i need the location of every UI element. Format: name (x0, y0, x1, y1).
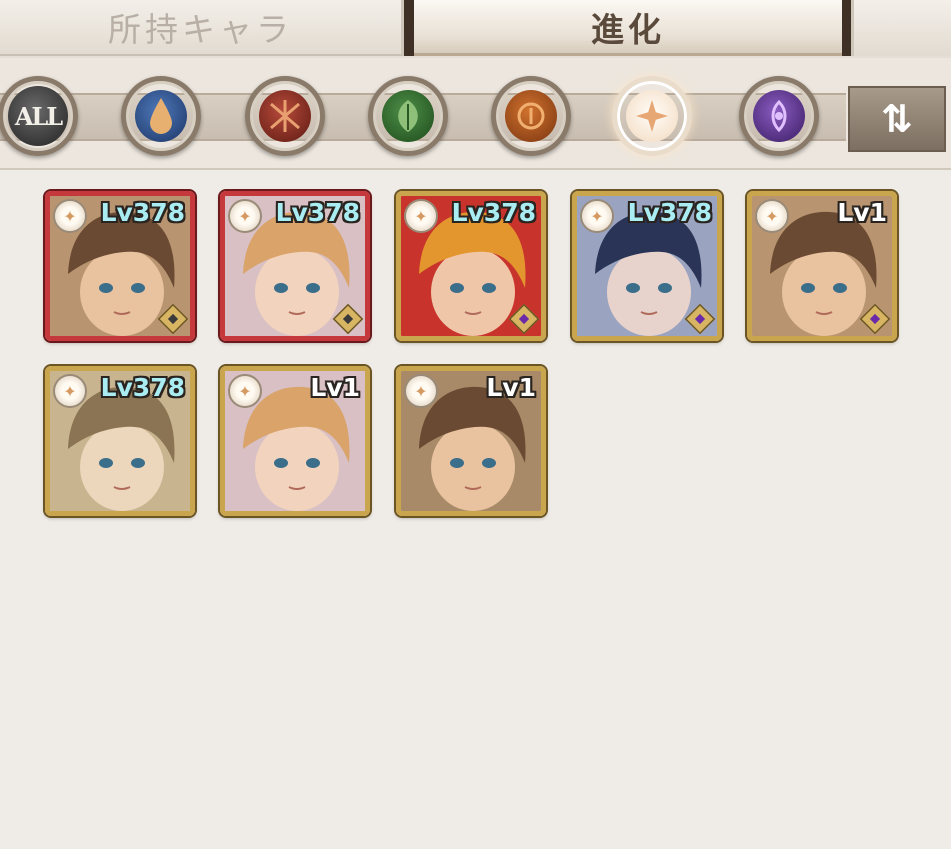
character-level: Lv378 (100, 373, 185, 402)
character-card[interactable]: ✦ Lv378 (572, 191, 722, 341)
light-element-badge-icon: ✦ (228, 199, 262, 233)
light-element-badge-icon: ✦ (580, 199, 614, 233)
leaf-icon (382, 90, 434, 142)
sort-button[interactable]: ⇅ (848, 86, 946, 152)
light-star-icon (626, 90, 678, 142)
filter-dark-button[interactable] (739, 76, 819, 156)
character-level: Lv1 (310, 373, 360, 402)
water-drop-icon (135, 90, 187, 142)
character-card[interactable]: ✦ Lv378 (396, 191, 546, 341)
tab-evolution[interactable]: 進化 (404, 0, 852, 56)
character-level: Lv378 (627, 198, 712, 227)
tab-edge (851, 0, 951, 56)
filter-fire-button[interactable] (245, 76, 325, 156)
sort-arrows-icon: ⇅ (881, 97, 913, 141)
tab-bar: 所持キャラ 進化 (0, 0, 951, 58)
filter-all-button[interactable]: ALL (0, 76, 78, 156)
filter-wood-button[interactable] (368, 76, 448, 156)
tab-owned-characters[interactable]: 所持キャラ (0, 0, 404, 56)
character-level: Lv1 (486, 373, 536, 402)
filter-flame-button[interactable] (491, 76, 571, 156)
light-element-badge-icon: ✦ (404, 374, 438, 408)
character-level: Lv378 (100, 198, 185, 227)
character-level: Lv1 (837, 198, 887, 227)
light-element-badge-icon: ✦ (53, 199, 87, 233)
fire-emblem-icon (259, 90, 311, 142)
dark-eye-icon (753, 90, 805, 142)
character-card[interactable]: ✦ Lv1 (220, 366, 370, 516)
light-element-badge-icon: ✦ (53, 374, 87, 408)
filter-light-button[interactable] (612, 76, 692, 156)
character-card[interactable]: ✦ Lv1 (747, 191, 897, 341)
light-element-badge-icon: ✦ (404, 199, 438, 233)
character-level: Lv378 (451, 198, 536, 227)
character-card[interactable]: ✦ Lv378 (45, 366, 195, 516)
light-element-badge-icon: ✦ (755, 199, 789, 233)
flame-emblem-icon (505, 90, 557, 142)
character-card[interactable]: ✦ Lv378 (45, 191, 195, 341)
light-element-badge-icon: ✦ (228, 374, 262, 408)
character-level: Lv378 (275, 198, 360, 227)
all-icon: ALL (8, 86, 68, 146)
filter-water-button[interactable] (121, 76, 201, 156)
character-card[interactable]: ✦ Lv1 (396, 366, 546, 516)
character-card[interactable]: ✦ Lv378 (220, 191, 370, 341)
